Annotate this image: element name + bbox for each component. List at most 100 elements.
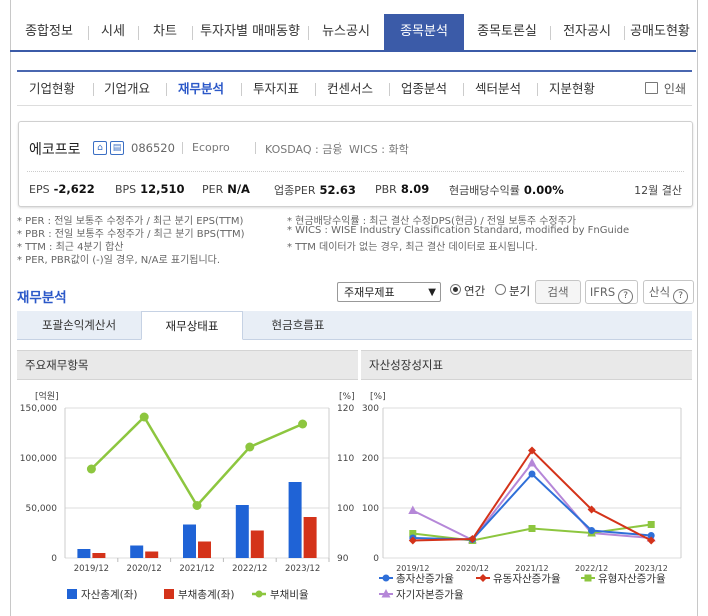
legend-swatch [479,574,487,582]
help-icon: ? [673,289,689,304]
tab-discussion[interactable]: 종목토론실 [464,14,550,50]
legend-swatch [382,574,390,582]
bar [145,551,159,558]
x-tick-label: 2020/12 [127,564,162,574]
chart-icon[interactable]: ▤ [110,141,124,155]
bar [92,553,106,558]
y-left-unit: [억원] [35,390,59,402]
stat-per: PER N/A [202,182,250,196]
line-point [527,458,537,467]
chart-panel-title: 자산성장성지표 [369,358,444,372]
ifrs-button[interactable]: IFRS? [585,280,638,304]
y-left-tick-label: 50,000 [26,504,58,514]
line-point [86,464,96,474]
legend-label: 부채총계(좌) [178,589,235,601]
legend-label: 자산총계(좌) [81,589,138,601]
x-tick-label: 2022/12 [575,564,608,573]
note-ttm-missing: * TTM 데이터가 없는 경우, 최근 결산 데이터로 표시됩니다. [287,242,538,253]
fiscal-month: 12월 결산 [634,184,682,197]
y-tick-label: 200 [362,454,379,464]
tab-overview[interactable]: 종합정보 [10,14,88,50]
formula-button[interactable]: 산식? [643,280,694,304]
series-line [90,414,304,508]
x-tick-label: 2023/12 [285,564,320,574]
subnav-sector-analysis[interactable]: 섹터분석 [475,72,521,106]
subnav-consensus[interactable]: 컨센서스 [327,72,373,106]
stat-bps: BPS 12,510 [115,182,185,196]
radio-annual[interactable] [450,284,461,295]
market-classification: KOSDAQ : 금융 [265,143,343,156]
line-point [528,525,536,532]
chart-panel-header: 자산성장성지표 [361,350,692,380]
chart-panel-title: 주요재무항목 [25,358,89,372]
bar [183,524,196,558]
chart-panel-financials: 주요재무항목 [억원] [%] 0 90 50,000 100 100,000 110 150,… [17,350,358,616]
y-right-tick-label: 120 [337,404,354,414]
tab-chart[interactable]: 차트 [138,14,192,50]
company-name: 에코프로 [29,142,81,158]
wics-classification: WICS : 화학 [349,143,409,156]
subnav-company-overview[interactable]: 기업개요 [104,72,150,106]
radio-annual-label[interactable]: 연간 [464,283,485,299]
subnav-investment-indicators[interactable]: 투자지표 [253,72,299,106]
company-english-name: Ecopro [192,141,230,154]
stat-pbr: PBR 8.09 [375,182,430,196]
radio-quarter[interactable] [495,284,506,295]
y-tick-label: 300 [362,404,379,414]
radio-quarter-label[interactable]: 분기 [509,283,530,299]
print-button[interactable]: 인쇄 [644,72,686,106]
tab-quote[interactable]: 시세 [88,14,138,50]
y-left-tick-label: 100,000 [20,454,57,464]
line-point [298,419,308,429]
legend-label: 부채비율 [270,589,309,601]
financials-chart: [억원] [%] 0 90 50,000 100 100,000 110 150,000 120 2… [20,390,355,601]
help-icon: ? [618,289,634,304]
legend-swatch [255,590,263,598]
stat-dividend-yield: 현금배당수익률 0.00% [449,183,564,197]
tab-income-statement[interactable]: 포괄손익계산서 [17,311,141,339]
tab-short-selling[interactable]: 공매도현황 [624,14,696,50]
note-wics: * WICS : WISE Industry Classification St… [287,225,630,236]
tab-balance-sheet[interactable]: 재무상태표 [141,311,243,340]
legend-label: 총자산증가율 [396,573,454,585]
tab-e-disclosure[interactable]: 전자공시 [550,14,624,50]
chart-panel-header: 주요재무항목 [17,350,358,380]
tab-news-disclosure[interactable]: 뉴스공시 [308,14,384,50]
y-unit: [%] [370,392,386,402]
legend-label: 유동자산증가율 [493,573,561,585]
printer-icon [644,82,658,94]
y-tick-label: 100 [362,504,379,514]
bar [303,517,317,558]
bar [77,549,91,558]
legend-swatch [164,589,174,599]
subnav-financial-analysis[interactable]: 재무분석 [178,72,224,106]
tab-stock-analysis[interactable]: 종목분석 [384,14,464,50]
bar [288,482,302,558]
x-tick-label: 2019/12 [74,564,109,574]
statement-select[interactable]: 주재무제표 ▼ [337,282,441,302]
home-icon[interactable]: ⌂ [93,141,107,155]
subnav-ownership[interactable]: 지분현황 [549,72,595,106]
subnav-company-status[interactable]: 기업현황 [29,72,75,106]
search-button[interactable]: 검색 [535,280,581,304]
legend-swatch [584,574,592,582]
legend-label: 자기자본증가율 [396,589,464,601]
y-right-tick-label: 100 [337,504,354,514]
line-point [408,505,418,514]
x-tick-label: 2021/12 [515,564,548,573]
growth-chart: [%] 0 100 200 300 2019/12 2020/12 2021/12 2022/1… [362,392,682,601]
x-tick-label: 2020/12 [456,564,489,573]
bar [198,541,211,558]
x-tick-label: 2021/12 [179,564,214,574]
subnav-industry-analysis[interactable]: 업종분석 [401,72,447,106]
line-point [139,412,149,422]
line-point [647,521,655,528]
stat-eps: EPS -2,622 [29,182,95,196]
y-left-tick-label: 0 [51,554,57,564]
y-right-tick-label: 90 [337,554,349,564]
bar [235,505,249,558]
tab-investor-trading[interactable]: 투자자별 매매동향 [192,14,308,50]
line-point [245,442,255,452]
tab-cash-flow[interactable]: 현금흐름표 [243,311,353,339]
sub-navigation: 기업현황 기업개요 재무분석 투자지표 컨센서스 업종분석 섹터분석 지분현황 … [17,70,692,106]
